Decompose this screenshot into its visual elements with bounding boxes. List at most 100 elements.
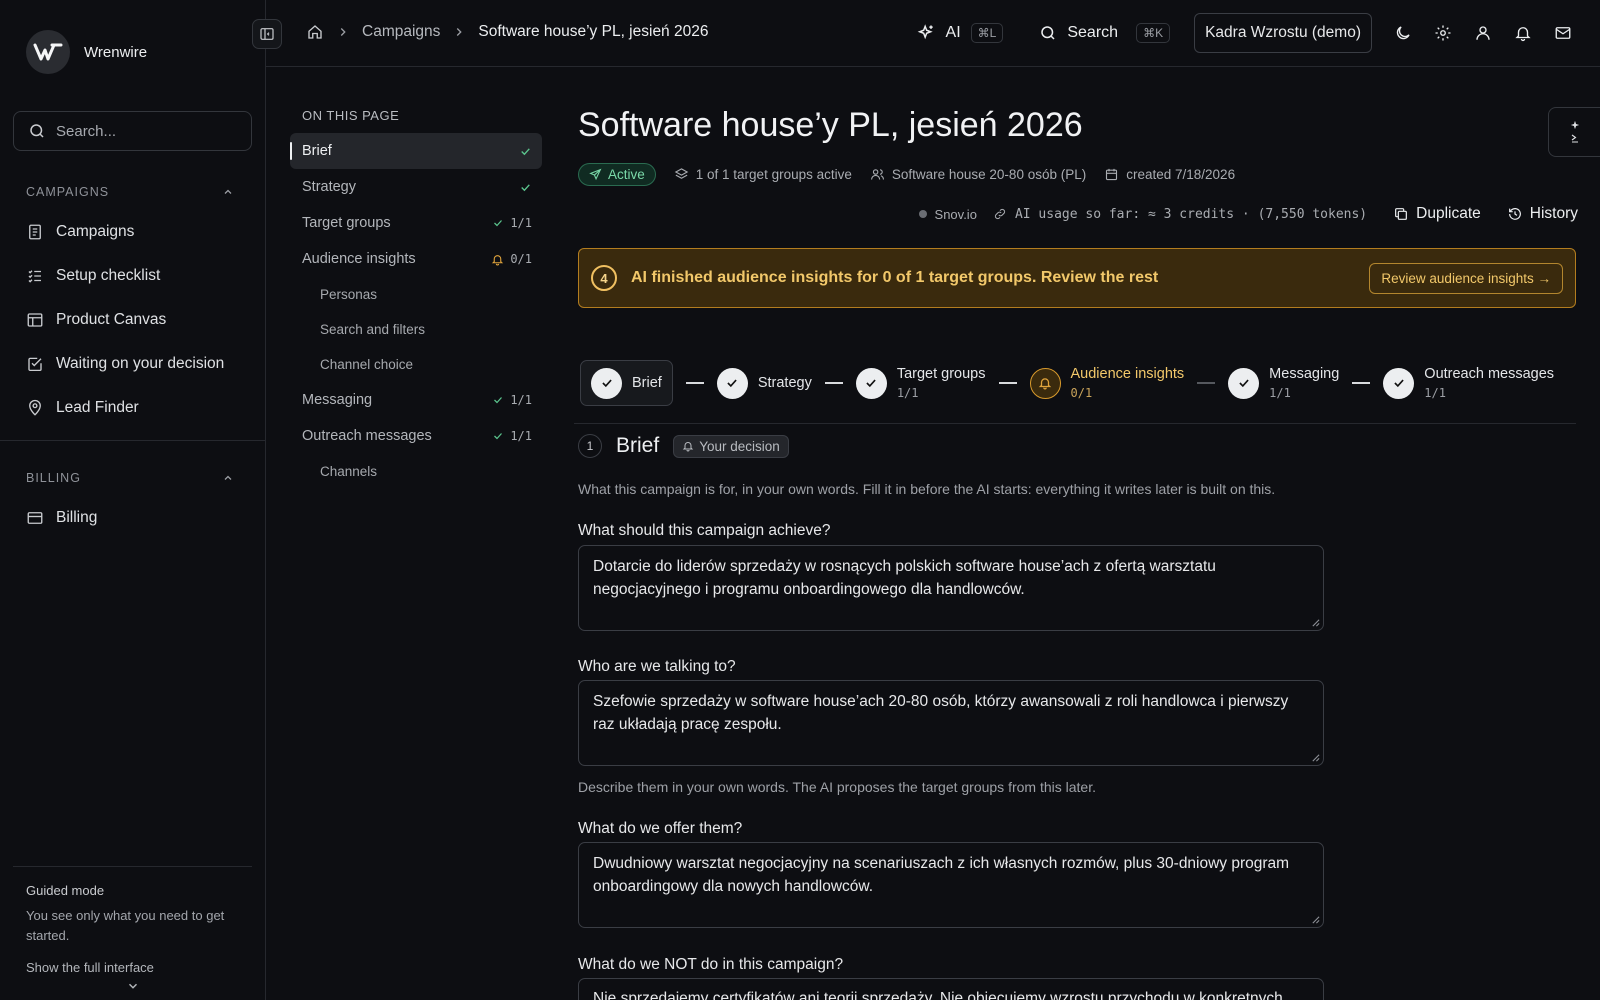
breadcrumb-campaigns[interactable]: Campaigns: [362, 23, 440, 41]
show-full-interface-link[interactable]: Show the full interface: [26, 960, 239, 975]
search-shortcut: ⌘K: [1136, 23, 1171, 43]
sidebar-item-label: Product Canvas: [56, 311, 167, 328]
campaigns-section-header[interactable]: CAMPAIGNS: [26, 185, 234, 199]
campaign-stepper: Brief Strategy Target groups 1/1 Audienc…: [580, 360, 1554, 406]
toc-item-status: 1/1: [492, 393, 532, 407]
ai-button[interactable]: AI ⌘L: [916, 23, 1004, 43]
step-outreach-messages[interactable]: Outreach messages 1/1: [1383, 360, 1554, 406]
goal-textarea-value: Dotarcie do liderów sprzedaży w rosnącyc…: [593, 558, 1216, 598]
brand[interactable]: Wrenwire: [26, 30, 147, 74]
toc-item-target-groups[interactable]: Target groups 1/1: [290, 205, 542, 241]
history-label: History: [1529, 205, 1578, 222]
sidebar-item-label: Lead Finder: [56, 399, 139, 416]
step-connector: [824, 382, 843, 384]
step-count: 1/1: [1269, 386, 1291, 400]
collapse-sidebar-button[interactable]: [252, 19, 282, 49]
toc-item-channels[interactable]: Channels: [290, 454, 542, 489]
home-icon[interactable]: [306, 23, 324, 41]
toc-item-label: Target groups: [302, 215, 391, 231]
checklist-icon: [28, 270, 41, 283]
guided-mode-title: Guided mode: [26, 883, 105, 898]
section-number: 1: [578, 434, 602, 458]
duplicate-button[interactable]: Duplicate: [1393, 205, 1481, 223]
status-badge-label: Active: [608, 167, 645, 182]
send-icon: [589, 168, 602, 181]
check-icon: [521, 183, 530, 191]
expand-guided-button[interactable]: [26, 979, 239, 993]
toc-item-channel-choice[interactable]: Channel choice: [290, 347, 542, 382]
resize-handle-icon[interactable]: [1311, 753, 1320, 762]
sidebar-search-input[interactable]: Search...: [13, 111, 252, 151]
step-target-groups[interactable]: Target groups 1/1: [855, 360, 986, 406]
toc-item-outreach-messages[interactable]: Outreach messages 1/1: [290, 418, 542, 454]
resize-handle-icon[interactable]: [1311, 915, 1320, 924]
check-icon: [591, 367, 622, 399]
campaign-meta: Active 1 of 1 target groups active Softw…: [578, 163, 1235, 186]
mail-icon[interactable]: [1554, 24, 1572, 42]
step-strategy[interactable]: Strategy: [716, 360, 812, 406]
ai-label: AI: [945, 24, 961, 41]
sidebar-search-placeholder: Search...: [56, 122, 117, 140]
check-icon: [855, 367, 887, 399]
ai-assistant-toggle[interactable]: [1548, 107, 1600, 157]
toc-item-audience-insights[interactable]: Audience insights 0/1: [290, 241, 542, 277]
toc-item-count: 1/1: [510, 216, 532, 230]
toc-item-messaging[interactable]: Messaging 1/1: [290, 382, 542, 418]
moon-icon[interactable]: [1394, 24, 1412, 42]
campaign-usage-bar: Snov.io AI usage so far: ≈ 3 credits · (…: [918, 205, 1578, 223]
goal-textarea[interactable]: Dotarcie do liderów sprzedaży w rosnącyc…: [578, 545, 1324, 631]
check-icon: [1228, 367, 1260, 399]
step-audience-insights[interactable]: Audience insights 0/1: [1029, 360, 1184, 406]
on-this-page-nav: ON THIS PAGE Brief Strategy Target group…: [290, 108, 542, 489]
exclusions-textarea[interactable]: Nie sprzedajemy certyfikatów ani teorii …: [578, 978, 1324, 1000]
bell-icon[interactable]: [1514, 24, 1532, 42]
step-messaging[interactable]: Messaging 1/1: [1228, 360, 1339, 406]
sidebar-item-lead-finder[interactable]: Lead Finder: [26, 399, 139, 417]
exclusions-textarea-value: Nie sprzedajemy certyfikatów ani teorii …: [593, 990, 1283, 1000]
toc-item-personas[interactable]: Personas: [290, 277, 542, 312]
gear-icon[interactable]: [1434, 24, 1452, 42]
billing-section-header[interactable]: BILLING: [26, 471, 234, 485]
toc-item-strategy[interactable]: Strategy: [290, 169, 542, 205]
ai-shortcut: ⌘L: [970, 23, 1004, 43]
target-groups-active: 1 of 1 target groups active: [674, 167, 852, 182]
sidebar-item-label: Setup checklist: [56, 267, 161, 284]
step-connector: [998, 382, 1017, 384]
exclusions-field-label: What do we NOT do in this campaign?: [578, 956, 844, 973]
sidebar-item-billing[interactable]: Billing: [26, 509, 97, 527]
brief-section-header: 1 Brief Your decision: [578, 434, 789, 458]
offer-field-label: What do we offer them?: [578, 820, 743, 837]
top-bar-actions: AI ⌘L Search ⌘K Kadra Wzrostu (demo): [916, 13, 1572, 53]
sidebar-item-setup-checklist[interactable]: Setup checklist: [26, 267, 160, 285]
resize-handle-icon[interactable]: [1311, 618, 1320, 627]
sidebar-item-waiting-on-decision[interactable]: Waiting on your decision: [26, 355, 224, 373]
sparkle-icon: [1570, 120, 1579, 130]
offer-textarea[interactable]: Dwudniowy warsztat negocjacyjny na scena…: [578, 842, 1324, 928]
toc-item-brief[interactable]: Brief: [290, 133, 542, 169]
global-search-button[interactable]: Search ⌘K: [1039, 23, 1171, 43]
step-brief[interactable]: Brief: [580, 360, 673, 406]
sidebar-item-campaigns[interactable]: Campaigns: [26, 223, 134, 241]
chevron-up-icon: [224, 189, 232, 194]
check-icon: [716, 367, 748, 399]
target-groups-active-label: 1 of 1 target groups active: [695, 167, 852, 182]
user-icon[interactable]: [1474, 24, 1492, 42]
sidebar-item-label: Campaigns: [56, 223, 135, 240]
organization-switcher[interactable]: Kadra Wzrostu (demo): [1194, 13, 1372, 53]
search-icon: [1041, 26, 1055, 40]
history-button[interactable]: History: [1507, 205, 1578, 223]
users-icon: [870, 169, 884, 180]
audience-textarea[interactable]: Szefowie sprzedaży w software house’ach …: [578, 680, 1324, 766]
goal-field-label: What should this campaign achieve?: [578, 522, 831, 539]
review-audience-insights-button[interactable]: Review audience insights →: [1369, 262, 1563, 294]
toc-item-label: Search and filters: [320, 322, 426, 337]
top-bar: Campaigns Software house’y PL, jesień 20…: [252, 0, 1600, 67]
check-icon: [494, 397, 503, 404]
toc-item-search-and-filters[interactable]: Search and filters: [290, 312, 542, 347]
copy-icon: [1395, 208, 1408, 220]
chevron-down-icon: [128, 983, 137, 989]
audience-field-help: Describe them in your own words. The AI …: [578, 779, 1096, 795]
check-icon: [521, 147, 530, 155]
sidebar-item-product-canvas[interactable]: Product Canvas: [26, 311, 166, 329]
bell-warning-icon: [492, 254, 504, 265]
